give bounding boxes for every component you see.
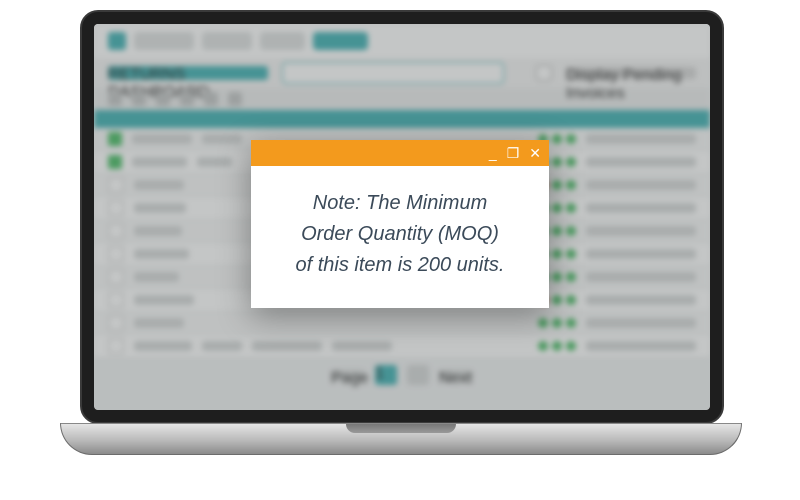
close-icon[interactable]: ✕ [529,146,541,160]
dialog-text-line: Note: The Minimum [279,188,521,219]
trackpad-notch [346,424,456,433]
dialog-body: Note: The Minimum Order Quantity (MOQ) o… [251,166,549,281]
maximize-icon[interactable]: ❐ [507,146,520,160]
dialog-text-line: of this item is 200 units. [279,250,521,281]
moq-note-dialog: _ ❐ ✕ Note: The Minimum Order Quantity (… [251,140,549,308]
laptop-base [60,423,742,455]
dialog-text-line: Order Quantity (MOQ) [279,219,521,250]
minimize-icon[interactable]: _ [489,146,497,160]
dialog-titlebar[interactable]: _ ❐ ✕ [251,140,549,166]
